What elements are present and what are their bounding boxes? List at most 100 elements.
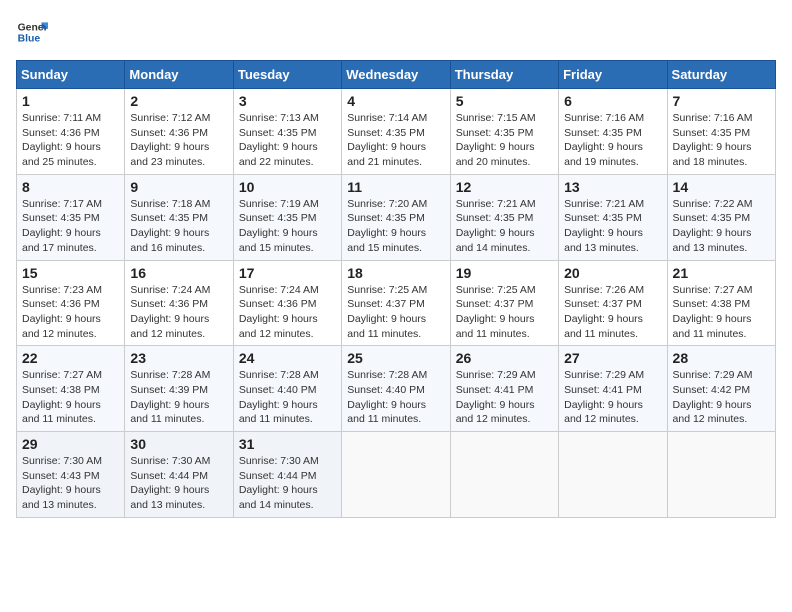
sunset-label: Sunset: 4:35 PM [456, 127, 534, 139]
calendar-cell: 9 Sunrise: 7:18 AM Sunset: 4:35 PM Dayli… [125, 174, 233, 260]
daylight-label: Daylight: 9 hours and 13 minutes. [22, 484, 101, 511]
day-info: Sunrise: 7:23 AM Sunset: 4:36 PM Dayligh… [22, 283, 119, 342]
calendar-cell: 31 Sunrise: 7:30 AM Sunset: 4:44 PM Dayl… [233, 432, 341, 518]
sunrise-label: Sunrise: 7:29 AM [564, 369, 644, 381]
day-number: 26 [456, 350, 553, 366]
sunrise-label: Sunrise: 7:14 AM [347, 112, 427, 124]
sunset-label: Sunset: 4:35 PM [347, 127, 425, 139]
day-number: 10 [239, 179, 336, 195]
calendar-cell: 23 Sunrise: 7:28 AM Sunset: 4:39 PM Dayl… [125, 346, 233, 432]
sunrise-label: Sunrise: 7:24 AM [130, 284, 210, 296]
calendar-header-row: SundayMondayTuesdayWednesdayThursdayFrid… [17, 61, 776, 89]
daylight-label: Daylight: 9 hours and 13 minutes. [564, 227, 643, 254]
day-number: 15 [22, 265, 119, 281]
daylight-label: Daylight: 9 hours and 11 minutes. [673, 313, 752, 340]
day-info: Sunrise: 7:24 AM Sunset: 4:36 PM Dayligh… [130, 283, 227, 342]
calendar-table: SundayMondayTuesdayWednesdayThursdayFrid… [16, 60, 776, 518]
calendar-week-row: 15 Sunrise: 7:23 AM Sunset: 4:36 PM Dayl… [17, 260, 776, 346]
day-number: 12 [456, 179, 553, 195]
day-info: Sunrise: 7:26 AM Sunset: 4:37 PM Dayligh… [564, 283, 661, 342]
daylight-label: Daylight: 9 hours and 15 minutes. [239, 227, 318, 254]
logo: General Blue [16, 16, 48, 48]
day-info: Sunrise: 7:27 AM Sunset: 4:38 PM Dayligh… [22, 368, 119, 427]
day-number: 27 [564, 350, 661, 366]
day-number: 9 [130, 179, 227, 195]
calendar-cell: 30 Sunrise: 7:30 AM Sunset: 4:44 PM Dayl… [125, 432, 233, 518]
sunrise-label: Sunrise: 7:25 AM [347, 284, 427, 296]
daylight-label: Daylight: 9 hours and 23 minutes. [130, 141, 209, 168]
weekday-header-saturday: Saturday [667, 61, 775, 89]
sunset-label: Sunset: 4:36 PM [22, 298, 100, 310]
daylight-label: Daylight: 9 hours and 13 minutes. [673, 227, 752, 254]
daylight-label: Daylight: 9 hours and 12 minutes. [564, 399, 643, 426]
day-number: 3 [239, 93, 336, 109]
sunset-label: Sunset: 4:37 PM [347, 298, 425, 310]
sunset-label: Sunset: 4:36 PM [239, 298, 317, 310]
daylight-label: Daylight: 9 hours and 11 minutes. [239, 399, 318, 426]
calendar-cell: 24 Sunrise: 7:28 AM Sunset: 4:40 PM Dayl… [233, 346, 341, 432]
day-info: Sunrise: 7:11 AM Sunset: 4:36 PM Dayligh… [22, 111, 119, 170]
calendar-cell: 12 Sunrise: 7:21 AM Sunset: 4:35 PM Dayl… [450, 174, 558, 260]
daylight-label: Daylight: 9 hours and 13 minutes. [130, 484, 209, 511]
weekday-header-sunday: Sunday [17, 61, 125, 89]
day-info: Sunrise: 7:18 AM Sunset: 4:35 PM Dayligh… [130, 197, 227, 256]
sunset-label: Sunset: 4:38 PM [673, 298, 751, 310]
day-info: Sunrise: 7:25 AM Sunset: 4:37 PM Dayligh… [347, 283, 444, 342]
calendar-cell: 20 Sunrise: 7:26 AM Sunset: 4:37 PM Dayl… [559, 260, 667, 346]
page-header: General Blue [16, 16, 776, 48]
calendar-cell: 17 Sunrise: 7:24 AM Sunset: 4:36 PM Dayl… [233, 260, 341, 346]
sunrise-label: Sunrise: 7:21 AM [564, 198, 644, 210]
day-info: Sunrise: 7:21 AM Sunset: 4:35 PM Dayligh… [564, 197, 661, 256]
weekday-header-thursday: Thursday [450, 61, 558, 89]
day-info: Sunrise: 7:28 AM Sunset: 4:40 PM Dayligh… [347, 368, 444, 427]
daylight-label: Daylight: 9 hours and 11 minutes. [347, 399, 426, 426]
calendar-cell: 7 Sunrise: 7:16 AM Sunset: 4:35 PM Dayli… [667, 89, 775, 175]
daylight-label: Daylight: 9 hours and 18 minutes. [673, 141, 752, 168]
day-info: Sunrise: 7:24 AM Sunset: 4:36 PM Dayligh… [239, 283, 336, 342]
sunrise-label: Sunrise: 7:16 AM [564, 112, 644, 124]
sunset-label: Sunset: 4:38 PM [22, 384, 100, 396]
sunrise-label: Sunrise: 7:16 AM [673, 112, 753, 124]
sunset-label: Sunset: 4:35 PM [456, 212, 534, 224]
day-number: 8 [22, 179, 119, 195]
day-info: Sunrise: 7:12 AM Sunset: 4:36 PM Dayligh… [130, 111, 227, 170]
daylight-label: Daylight: 9 hours and 16 minutes. [130, 227, 209, 254]
sunset-label: Sunset: 4:36 PM [130, 298, 208, 310]
sunrise-label: Sunrise: 7:24 AM [239, 284, 319, 296]
day-number: 31 [239, 436, 336, 452]
sunrise-label: Sunrise: 7:23 AM [22, 284, 102, 296]
calendar-cell: 29 Sunrise: 7:30 AM Sunset: 4:43 PM Dayl… [17, 432, 125, 518]
day-info: Sunrise: 7:19 AM Sunset: 4:35 PM Dayligh… [239, 197, 336, 256]
sunrise-label: Sunrise: 7:29 AM [673, 369, 753, 381]
day-info: Sunrise: 7:17 AM Sunset: 4:35 PM Dayligh… [22, 197, 119, 256]
day-number: 19 [456, 265, 553, 281]
sunset-label: Sunset: 4:35 PM [564, 212, 642, 224]
day-info: Sunrise: 7:16 AM Sunset: 4:35 PM Dayligh… [673, 111, 770, 170]
calendar-cell: 3 Sunrise: 7:13 AM Sunset: 4:35 PM Dayli… [233, 89, 341, 175]
daylight-label: Daylight: 9 hours and 11 minutes. [456, 313, 535, 340]
sunrise-label: Sunrise: 7:28 AM [239, 369, 319, 381]
sunrise-label: Sunrise: 7:25 AM [456, 284, 536, 296]
day-number: 30 [130, 436, 227, 452]
calendar-cell: 27 Sunrise: 7:29 AM Sunset: 4:41 PM Dayl… [559, 346, 667, 432]
day-number: 1 [22, 93, 119, 109]
sunrise-label: Sunrise: 7:21 AM [456, 198, 536, 210]
day-number: 16 [130, 265, 227, 281]
sunset-label: Sunset: 4:43 PM [22, 470, 100, 482]
day-info: Sunrise: 7:27 AM Sunset: 4:38 PM Dayligh… [673, 283, 770, 342]
calendar-cell: 18 Sunrise: 7:25 AM Sunset: 4:37 PM Dayl… [342, 260, 450, 346]
calendar-week-row: 29 Sunrise: 7:30 AM Sunset: 4:43 PM Dayl… [17, 432, 776, 518]
day-number: 24 [239, 350, 336, 366]
sunrise-label: Sunrise: 7:30 AM [239, 455, 319, 467]
calendar-cell: 5 Sunrise: 7:15 AM Sunset: 4:35 PM Dayli… [450, 89, 558, 175]
sunrise-label: Sunrise: 7:13 AM [239, 112, 319, 124]
calendar-cell: 2 Sunrise: 7:12 AM Sunset: 4:36 PM Dayli… [125, 89, 233, 175]
day-number: 18 [347, 265, 444, 281]
daylight-label: Daylight: 9 hours and 12 minutes. [22, 313, 101, 340]
daylight-label: Daylight: 9 hours and 11 minutes. [564, 313, 643, 340]
day-number: 23 [130, 350, 227, 366]
sunset-label: Sunset: 4:35 PM [673, 212, 751, 224]
sunrise-label: Sunrise: 7:28 AM [130, 369, 210, 381]
day-info: Sunrise: 7:16 AM Sunset: 4:35 PM Dayligh… [564, 111, 661, 170]
day-info: Sunrise: 7:28 AM Sunset: 4:40 PM Dayligh… [239, 368, 336, 427]
